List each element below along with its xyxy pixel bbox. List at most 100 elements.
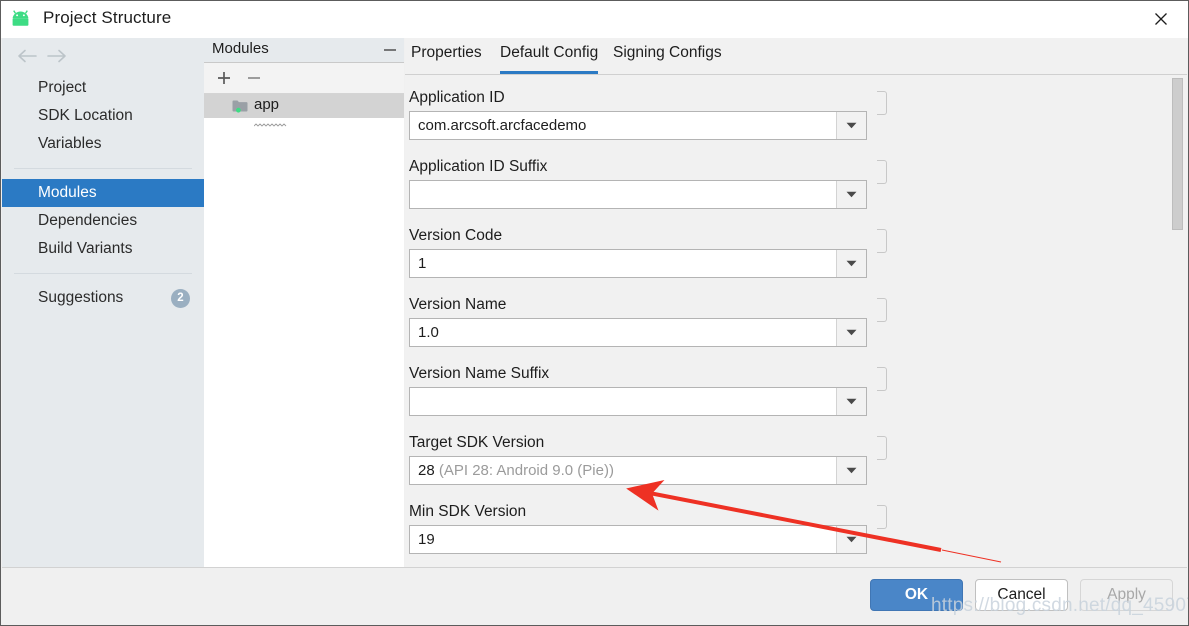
tab-signing-configs[interactable]: Signing Configs [613, 44, 722, 74]
sidebar-item-variables[interactable]: Variables [2, 130, 204, 158]
chevron-down-icon[interactable] [836, 457, 866, 484]
sidebar-item-build-variants[interactable]: Build Variants [2, 235, 204, 263]
arrow-left-icon [18, 49, 37, 63]
close-button[interactable] [1132, 1, 1188, 37]
field-target-sdk-version: Target SDK Version 28 (API 28: Android 9… [409, 434, 889, 485]
field-label: Version Name Suffix [409, 365, 550, 382]
minus-icon [248, 77, 260, 79]
default-config-form: Application ID com.arcsoft.arcfacedemo A… [405, 75, 1187, 570]
field-side-button[interactable] [877, 505, 887, 529]
field-min-sdk-version: Min SDK Version 19 [409, 503, 889, 554]
module-name-label: app [254, 96, 280, 113]
add-module-button[interactable] [214, 68, 234, 88]
version-name-suffix-combobox[interactable] [409, 387, 867, 416]
settings-sidebar: Project SDK Location Variables Modules D… [2, 38, 204, 570]
list-item[interactable]: app [204, 94, 404, 127]
spellcheck-squiggle-icon [253, 114, 288, 127]
tab-label: Properties [411, 44, 482, 61]
field-version-name-suffix: Version Name Suffix [409, 365, 889, 416]
field-side-button[interactable] [877, 436, 887, 460]
sidebar-nav-list: Project SDK Location Variables Modules D… [2, 74, 204, 312]
sidebar-divider [14, 273, 192, 274]
modules-list: app [204, 94, 404, 570]
tab-default-config[interactable]: Default Config [500, 44, 599, 74]
application-id-combobox[interactable]: com.arcsoft.arcfacedemo [409, 111, 867, 140]
chevron-down-icon[interactable] [836, 250, 866, 277]
field-application-id: Application ID com.arcsoft.arcfacedemo [409, 89, 889, 140]
field-side-button[interactable] [877, 160, 887, 184]
window-title: Project Structure [43, 8, 172, 27]
field-label: Version Name [409, 296, 507, 313]
application-id-suffix-combobox[interactable] [409, 180, 867, 209]
field-label: Application ID [409, 89, 505, 106]
sidebar-item-label: Project [38, 79, 87, 96]
forward-button[interactable] [44, 45, 70, 67]
combo-value-hint: (API 28: Android 9.0 (Pie)) [438, 462, 614, 479]
chevron-down-icon[interactable] [836, 388, 866, 415]
cancel-button[interactable]: Cancel [975, 579, 1068, 611]
tab-properties[interactable]: Properties [411, 44, 482, 74]
sidebar-item-project[interactable]: Project [2, 74, 204, 102]
chevron-down-icon[interactable] [836, 526, 866, 553]
ok-button[interactable]: OK [870, 579, 963, 611]
version-name-combobox[interactable]: 1.0 [409, 318, 867, 347]
modules-panel-header: Modules [204, 38, 404, 63]
android-icon [11, 9, 35, 31]
chevron-down-icon[interactable] [836, 181, 866, 208]
field-side-button[interactable] [877, 91, 887, 115]
close-icon [1155, 13, 1167, 25]
field-side-button[interactable] [877, 229, 887, 253]
field-label: Version Code [409, 227, 503, 244]
combo-value: com.arcsoft.arcfacedemo [418, 117, 587, 134]
field-version-code: Version Code 1 [409, 227, 889, 278]
sidebar-item-sdk-location[interactable]: SDK Location [2, 102, 204, 130]
tab-bar: Properties Default Config Signing Config… [405, 38, 1187, 75]
tab-label: Signing Configs [613, 44, 722, 61]
navigation-arrows [2, 38, 204, 74]
min-sdk-version-combobox[interactable]: 19 [409, 525, 867, 554]
chevron-down-icon[interactable] [836, 319, 866, 346]
modules-panel-title: Modules [212, 40, 269, 57]
chevron-down-icon[interactable] [836, 112, 866, 139]
scrollbar-thumb[interactable] [1172, 78, 1183, 230]
combo-value: 1.0 [418, 324, 439, 341]
title-bar: Project Structure [1, 1, 1188, 38]
sidebar-item-label: Dependencies [38, 212, 138, 229]
field-side-button[interactable] [877, 298, 887, 322]
modules-toolbar [204, 63, 404, 94]
sidebar-item-suggestions[interactable]: Suggestions 2 [2, 284, 204, 312]
sidebar-item-label: Suggestions [38, 289, 124, 306]
sidebar-item-label: SDK Location [38, 107, 133, 124]
suggestions-count-badge: 2 [171, 289, 190, 308]
combo-value: 1 [418, 255, 427, 272]
vertical-scrollbar[interactable] [1172, 78, 1183, 570]
apply-button[interactable]: Apply [1080, 579, 1173, 611]
field-version-name: Version Name 1.0 [409, 296, 889, 347]
plus-icon [218, 72, 230, 84]
version-code-combobox[interactable]: 1 [409, 249, 867, 278]
sidebar-item-label: Modules [38, 184, 97, 201]
target-sdk-version-combobox[interactable]: 28 (API 28: Android 9.0 (Pie)) [409, 456, 867, 485]
content-area: Properties Default Config Signing Config… [405, 38, 1187, 570]
field-label: Application ID Suffix [409, 158, 548, 175]
combo-value: 19 [418, 531, 435, 548]
combo-value-main: 28 [418, 462, 435, 479]
field-label: Target SDK Version [409, 434, 545, 451]
modules-panel: Modules app [204, 38, 404, 570]
field-side-button[interactable] [877, 367, 887, 391]
field-application-id-suffix: Application ID Suffix [409, 158, 889, 209]
dialog-footer: OK Cancel Apply [2, 567, 1187, 624]
remove-module-button[interactable] [244, 68, 264, 88]
combo-value: 28 (API 28: Android 9.0 (Pie)) [410, 462, 614, 479]
sidebar-item-dependencies[interactable]: Dependencies [2, 207, 204, 235]
sidebar-item-label: Build Variants [38, 240, 133, 257]
minus-icon [384, 49, 396, 51]
sidebar-item-label: Variables [38, 135, 102, 152]
arrow-right-icon [47, 49, 66, 63]
back-button[interactable] [14, 45, 40, 67]
collapse-panel-button[interactable] [382, 42, 398, 58]
folder-icon [232, 99, 248, 113]
project-structure-window: Project Structure Project SDK Location V… [0, 0, 1189, 626]
field-label: Min SDK Version [409, 503, 527, 520]
sidebar-item-modules[interactable]: Modules [2, 179, 204, 207]
